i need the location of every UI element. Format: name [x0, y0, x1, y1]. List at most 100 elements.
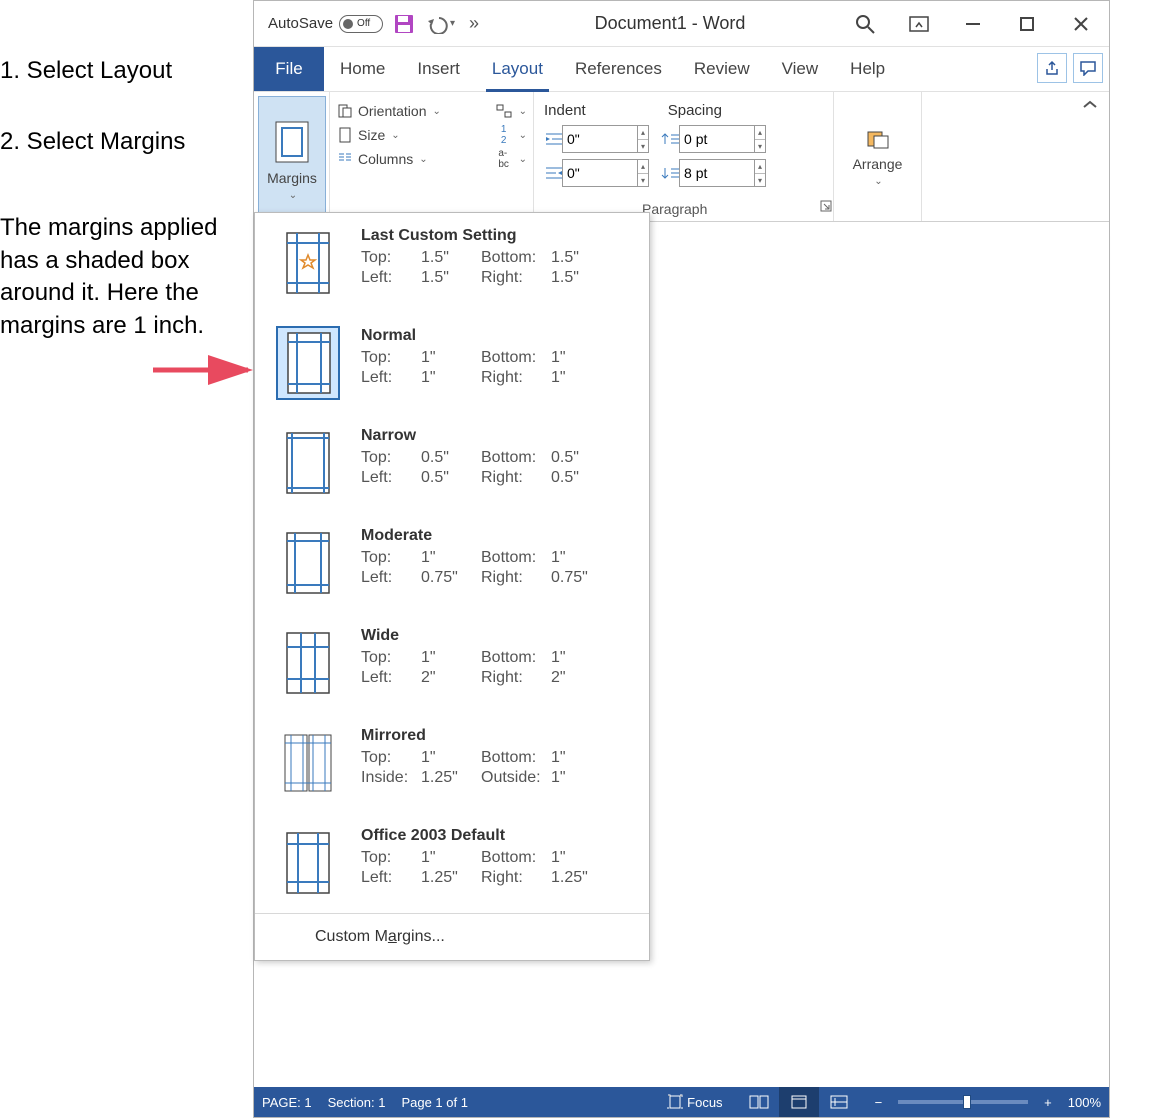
paragraph-group-label: Paragraph [642, 201, 822, 217]
collapse-ribbon-icon[interactable] [1081, 98, 1099, 116]
annotation-step2: 2. Select Margins [0, 126, 221, 157]
margin-option-narrow[interactable]: NarrowTop:0.5"Bottom:0.5"Left:0.5"Right:… [255, 413, 649, 513]
indent-right-icon [544, 164, 562, 182]
margin-option-title: Office 2003 Default [361, 827, 629, 845]
indent-left-icon [544, 130, 562, 148]
autosave-toggle[interactable]: AutoSave Off [268, 15, 383, 33]
print-layout-button[interactable] [779, 1087, 819, 1117]
zoom-slider[interactable] [898, 1100, 1028, 1104]
margin-preview-icon [277, 327, 339, 399]
orientation-button[interactable]: Orientation⌄ [336, 102, 441, 120]
tab-help[interactable]: Help [834, 47, 901, 91]
spacing-group-label: Spacing [668, 102, 722, 119]
columns-button[interactable]: Columns⌄ [336, 150, 441, 168]
status-page[interactable]: PAGE: 1 [262, 1095, 312, 1110]
margin-option-title: Normal [361, 327, 629, 345]
tab-references[interactable]: References [559, 47, 678, 91]
margin-preview-icon [277, 727, 339, 799]
margin-option-title: Narrow [361, 427, 629, 445]
read-mode-button[interactable] [739, 1087, 779, 1117]
indent-right-value[interactable] [562, 159, 638, 187]
indent-left-value[interactable] [562, 125, 638, 153]
space-after-value[interactable] [679, 159, 755, 187]
status-section[interactable]: Section: 1 [328, 1095, 386, 1110]
margin-option-text: Office 2003 DefaultTop:1"Bottom:1"Left:1… [361, 827, 629, 899]
space-before-icon [661, 130, 679, 148]
share-button[interactable] [1037, 53, 1067, 83]
tab-view[interactable]: View [766, 47, 835, 91]
status-bar: PAGE: 1 Section: 1 Page 1 of 1 Focus − +… [254, 1087, 1109, 1117]
tab-review[interactable]: Review [678, 47, 766, 91]
columns-label: Columns [358, 151, 413, 167]
hyphenation-button[interactable]: a-bc⌄ [495, 150, 527, 168]
hyphenation-icon: a-bc [495, 150, 513, 168]
toggle-off-icon[interactable]: Off [339, 15, 383, 33]
spinner[interactable]: ▴▾ [638, 125, 649, 153]
margin-preview-icon [277, 227, 339, 299]
spinner[interactable]: ▴▾ [755, 125, 766, 153]
comments-button[interactable] [1073, 53, 1103, 83]
status-pages[interactable]: Page 1 of 1 [401, 1095, 468, 1110]
margins-dropdown: Last Custom SettingTop:1.5"Bottom:1.5"Le… [254, 212, 650, 961]
space-before-value[interactable] [679, 125, 755, 153]
focus-label: Focus [687, 1095, 722, 1110]
tab-home[interactable]: Home [324, 47, 401, 91]
minimize-button[interactable] [963, 14, 983, 34]
focus-mode-button[interactable]: Focus [667, 1094, 722, 1110]
undo-icon[interactable]: ▾ [425, 11, 455, 37]
margin-option-moderate[interactable]: ModerateTop:1"Bottom:1"Left:0.75"Right:0… [255, 513, 649, 613]
tab-insert[interactable]: Insert [401, 47, 476, 91]
margin-option-last[interactable]: Last Custom SettingTop:1.5"Bottom:1.5"Le… [255, 213, 649, 313]
breaks-button[interactable]: ⌄ [495, 102, 527, 120]
ribbon-tabs: File Home Insert Layout References Revie… [254, 47, 1109, 92]
close-button[interactable] [1071, 14, 1091, 34]
breaks-icon [495, 102, 513, 120]
spinner[interactable]: ▴▾ [755, 159, 766, 187]
arrange-icon [864, 128, 892, 152]
search-icon[interactable] [855, 14, 875, 34]
space-after-icon [661, 164, 679, 182]
arrange-button[interactable]: Arrange ⌄ [834, 92, 922, 221]
spinner[interactable]: ▴▾ [638, 159, 649, 187]
callout-arrow [153, 355, 263, 390]
space-after-input[interactable]: ▴▾ [661, 159, 766, 187]
margin-option-mirrored[interactable]: MirroredTop:1"Bottom:1"Inside:1.25"Outsi… [255, 713, 649, 813]
chevron-down-icon: ⌄ [289, 190, 297, 201]
tab-file[interactable]: File [254, 47, 324, 91]
indent-right-input[interactable]: ▴▾ [544, 159, 649, 187]
custom-margins-button[interactable]: Custom Margins... [255, 914, 649, 960]
zoom-out-button[interactable]: − [875, 1095, 883, 1110]
margins-icon [272, 118, 312, 166]
qat-more-button[interactable]: » [463, 13, 485, 34]
margins-button[interactable]: Margins ⌄ [258, 96, 326, 217]
zoom-level[interactable]: 100% [1068, 1095, 1101, 1110]
chevron-down-icon: ⌄ [874, 176, 882, 187]
margin-option-title: Moderate [361, 527, 629, 545]
annotation-panel: 1. Select Layout 2. Select Margins The m… [0, 55, 229, 382]
line-numbers-button[interactable]: 12⌄ [495, 126, 527, 144]
margin-option-text: Last Custom SettingTop:1.5"Bottom:1.5"Le… [361, 227, 629, 299]
size-icon [336, 126, 354, 144]
line-numbers-icon: 12 [495, 126, 513, 144]
save-icon[interactable] [391, 11, 417, 37]
document-title: Document1 - Word [493, 13, 847, 34]
margin-preview-icon [277, 627, 339, 699]
indent-group-label: Indent [544, 102, 586, 119]
margin-preview-icon [277, 827, 339, 899]
focus-icon [667, 1094, 683, 1110]
maximize-button[interactable] [1017, 14, 1037, 34]
web-layout-button[interactable] [819, 1087, 859, 1117]
indent-left-input[interactable]: ▴▾ [544, 125, 649, 153]
dialog-launcher-icon[interactable] [820, 200, 832, 215]
ribbon-display-icon[interactable] [909, 14, 929, 34]
margin-option-office[interactable]: Office 2003 DefaultTop:1"Bottom:1"Left:1… [255, 813, 649, 913]
margin-option-wide[interactable]: WideTop:1"Bottom:1"Left:2"Right:2" [255, 613, 649, 713]
tab-layout[interactable]: Layout [476, 47, 559, 91]
size-button[interactable]: Size⌄ [336, 126, 441, 144]
zoom-in-button[interactable]: + [1044, 1095, 1052, 1110]
margin-option-text: WideTop:1"Bottom:1"Left:2"Right:2" [361, 627, 629, 699]
margin-preview-icon [277, 427, 339, 499]
margin-option-normal[interactable]: NormalTop:1"Bottom:1"Left:1"Right:1" [255, 313, 649, 413]
margin-option-text: MirroredTop:1"Bottom:1"Inside:1.25"Outsi… [361, 727, 629, 799]
space-before-input[interactable]: ▴▾ [661, 125, 766, 153]
